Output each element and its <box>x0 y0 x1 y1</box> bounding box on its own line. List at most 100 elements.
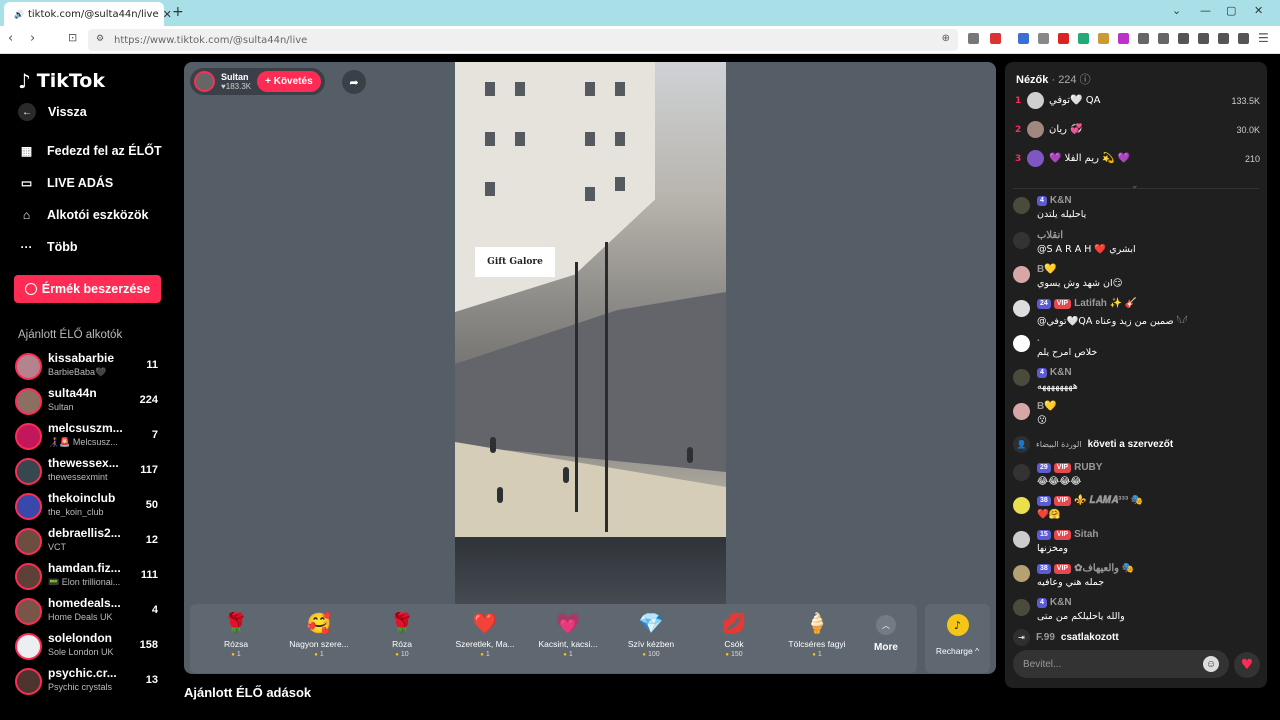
rewards-icon[interactable] <box>990 33 1001 44</box>
recommended-creator[interactable]: thekoinclub the_koin_club 50 <box>15 491 165 523</box>
level-badge: 4 <box>1037 367 1047 378</box>
recommended-creator[interactable]: hamdan.fiz... 📟 Elon trillionai... 111 <box>15 561 165 593</box>
gift-item[interactable]: 🍦 Tölcséres fagyi 1 <box>777 608 857 670</box>
chat-input[interactable]: Bevitel... ☺ <box>1013 650 1229 678</box>
gift-price: 1 <box>196 651 276 658</box>
emoji-icon[interactable]: ☺ <box>1203 656 1219 672</box>
chat-text: جمله هني وعافيه <box>1037 577 1105 588</box>
extension-icon[interactable] <box>1118 33 1129 44</box>
menu-icon[interactable]: ☰ <box>1258 31 1269 45</box>
gift-item[interactable]: 💗 Kacsint, kacsi... 1 <box>528 608 608 670</box>
live-video[interactable]: Gift Galore <box>455 62 726 604</box>
back-button[interactable]: ← Vissza <box>18 103 87 121</box>
forward-arrow-icon[interactable]: › <box>30 31 35 46</box>
address-bar[interactable]: ⚙ https://www.tiktok.com/@sulta44n/live … <box>88 29 958 51</box>
sidebar-icon[interactable] <box>1178 33 1189 44</box>
host-info[interactable]: Sultan ♥183.3K + Követés <box>190 68 325 95</box>
share-icon[interactable]: ➦ <box>342 70 366 94</box>
puzzle-icon[interactable] <box>1158 33 1169 44</box>
creator-subtitle: 👩‍🦯🚨 Melcsusz... <box>48 437 118 447</box>
gift-item[interactable]: 🥰 Nagyon szere... 1 <box>279 608 359 670</box>
gift-item[interactable]: ❤️ Szeretlek, Ma... 1 <box>445 608 525 670</box>
follow-button[interactable]: + Követés <box>257 71 321 92</box>
close-window-icon[interactable]: ✕ <box>1254 4 1263 17</box>
info-icon[interactable]: ⓘ <box>1080 74 1091 86</box>
nav-more[interactable]: ··· Több <box>18 238 78 255</box>
chat-text: ههههههههه <box>1037 381 1078 392</box>
recharge-button[interactable]: ♪ Recharge ^ <box>925 604 990 673</box>
bookmark-icon[interactable]: ⊡ <box>68 31 77 44</box>
speaker-icon: 🔊 <box>14 9 24 19</box>
zoom-icon[interactable]: ⊕ <box>942 33 950 44</box>
vpn-icon[interactable] <box>1238 33 1249 44</box>
recommended-creator[interactable]: homedeals... Home Deals UK 4 <box>15 596 165 628</box>
recommended-creator[interactable]: thewessex... thewessexmint 117 <box>15 456 165 488</box>
recommended-creator[interactable]: debraellis2... VCT 12 <box>15 526 165 558</box>
hls-extension-icon[interactable] <box>1058 33 1069 44</box>
close-tab-icon[interactable]: ✕ <box>163 8 172 21</box>
nav-creator-tools[interactable]: ⌂ Alkotói eszközök <box>18 206 149 223</box>
more-label: More <box>874 642 898 653</box>
gift-icon: 💎 <box>638 611 664 635</box>
enter-icon: ⇥ <box>1013 629 1030 646</box>
gift-price: 100 <box>611 651 691 658</box>
tab-title: tiktok.com/@sulta44n/live <box>27 8 159 20</box>
creator-avatar <box>15 493 42 520</box>
viewer-rank: 1 <box>1015 96 1022 106</box>
heart-icon[interactable]: ♥ <box>1234 652 1260 678</box>
get-coins-button[interactable]: Érmék beszerzése <box>14 275 161 303</box>
browser-tab[interactable]: 🔊 tiktok.com/@sulta44n/live ✕ <box>4 2 172 26</box>
chat-text: @توفي🤍QA صمين من زيد وعناه 𓆩𓆪 <box>1037 316 1188 327</box>
top-viewer[interactable]: 3 💜 ريم الفلا 💫 💜 210 <box>1015 150 1260 170</box>
translate-extension-icon[interactable] <box>1018 33 1029 44</box>
maximize-icon[interactable]: ▢ <box>1226 4 1236 17</box>
nav-live-studio[interactable]: ▭ LIVE ADÁS <box>18 174 113 191</box>
wallet-icon[interactable] <box>1198 33 1209 44</box>
extension-icon[interactable] <box>1138 33 1149 44</box>
extension-icon[interactable] <box>1078 33 1089 44</box>
vip-badge: VIP <box>1053 563 1072 574</box>
chat-avatar <box>1013 335 1030 352</box>
gift-item[interactable]: 🌹 Rózsa 1 <box>196 608 276 670</box>
nav-explore-live[interactable]: ▦ Fedezd fel az ÉLŐT <box>18 142 162 159</box>
top-viewer[interactable]: 2 ريان 💞 30.0K <box>1015 121 1260 141</box>
more-gifts-button[interactable]: ︿ More <box>866 612 906 667</box>
recommended-creator[interactable]: kissabarbie BarbieBaba🖤 11 <box>15 351 165 383</box>
recommended-creator[interactable]: solelondon Sole London UK 158 <box>15 631 165 663</box>
recommended-creator[interactable]: sulta44n Sultan 224 <box>15 386 165 418</box>
new-tab-button[interactable]: + <box>172 4 184 20</box>
minimize-icon[interactable]: — <box>1200 4 1211 17</box>
calendar-icon: ▦ <box>20 143 33 158</box>
chat-avatar <box>1013 197 1030 214</box>
host-avatar[interactable] <box>194 71 215 92</box>
viewer-rank: 2 <box>1015 125 1022 135</box>
chat-input-placeholder: Bevitel... <box>1023 658 1062 670</box>
chat-text: @S A R A H ❤️ ابشري <box>1037 244 1136 255</box>
viewers-count: · 224 <box>1051 74 1077 86</box>
join-notice-user: F.99 <box>1036 632 1055 643</box>
leo-icon[interactable] <box>1218 33 1229 44</box>
tiktok-logo[interactable]: ♪ TikTok <box>18 69 105 93</box>
gift-item[interactable]: 🌹 Róza 10 <box>362 608 442 670</box>
viewer-name: 💜 ريم الفلا 💫 💜 <box>1049 153 1131 164</box>
nav-label: Fedezd fel az ÉLŐT <box>47 143 162 158</box>
recommended-creator[interactable]: melcsuszm... 👩‍🦯🚨 Melcsusz... 7 <box>15 421 165 453</box>
gift-item[interactable]: 💎 Szív kézben 100 <box>611 608 691 670</box>
chevron-down-icon[interactable]: ⌄ <box>1172 4 1181 17</box>
site-settings-icon[interactable]: ⚙ <box>96 34 104 44</box>
extension-icon[interactable] <box>1098 33 1109 44</box>
gift-item[interactable]: 💋 Csók 150 <box>694 608 774 670</box>
chevron-down-icon[interactable]: ⌄ <box>1131 181 1139 191</box>
creator-name: hamdan.fiz... <box>48 561 121 575</box>
top-viewer[interactable]: 1 توفي🤍 QA 133.5K <box>1015 92 1260 112</box>
creator-viewer-count: 11 <box>146 359 158 371</box>
brave-shield-icon[interactable] <box>968 33 979 44</box>
scissors-extension-icon[interactable] <box>1038 33 1049 44</box>
creator-avatar <box>15 423 42 450</box>
recommended-creator[interactable]: psychic.cr... Psychic crystals 13 <box>15 666 165 698</box>
creator-name: debraellis2... <box>48 526 121 540</box>
gift-price: 1 <box>777 651 857 658</box>
chat-text: ان شهد وش يسوي😏 <box>1037 278 1123 289</box>
gift-icon: 🌹 <box>389 611 415 635</box>
back-arrow-icon[interactable]: ‹ <box>8 31 13 46</box>
